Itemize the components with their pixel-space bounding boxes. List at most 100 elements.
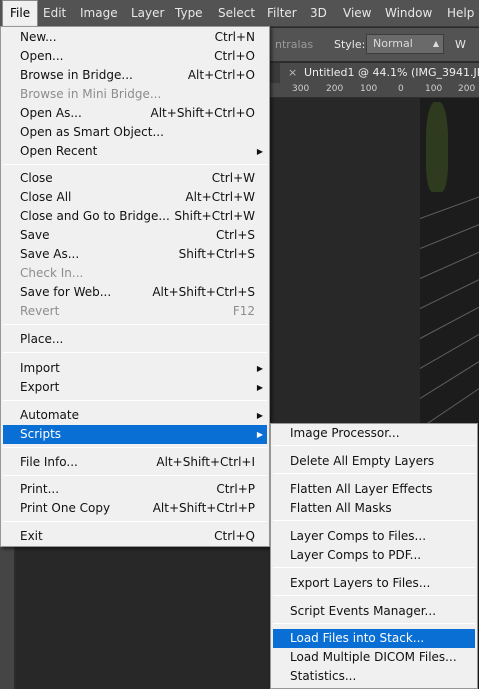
menu-item-shortcut: Ctrl+Q	[214, 529, 255, 543]
menu-separator	[3, 400, 267, 401]
menu-item-shortcut: Alt+Shift+Ctrl+S	[152, 285, 255, 299]
menu-item-place[interactable]: Place...	[3, 330, 267, 349]
menu-item-save-as[interactable]: Save As... Shift+Ctrl+S	[3, 245, 267, 264]
menu-view[interactable]: View	[336, 0, 378, 27]
menu-item-label: Statistics...	[290, 669, 357, 683]
menu-select[interactable]: Select	[211, 0, 262, 27]
menu-item-shortcut: F12	[232, 304, 255, 318]
menu-item-shortcut: Alt+Shift+Ctrl+P	[152, 501, 255, 515]
menu-item-import[interactable]: Import ▶	[3, 359, 267, 378]
menu-type[interactable]: Type	[168, 0, 210, 27]
menu-item-label: Close	[20, 171, 53, 185]
menu-item-print-one-copy[interactable]: Print One Copy Alt+Shift+Ctrl+P	[3, 499, 267, 518]
scripts-item-script-events-manager[interactable]: Script Events Manager...	[273, 602, 475, 621]
menu-item-shortcut: Shift+Ctrl+W	[174, 209, 255, 223]
menu-item-new[interactable]: New... Ctrl+N	[3, 28, 267, 47]
menu-item-shortcut: Ctrl+O	[214, 49, 255, 63]
menu-item-label: Print One Copy	[20, 501, 111, 515]
scripts-item-image-processor[interactable]: Image Processor...	[273, 424, 475, 443]
menu-bar: File Edit Image Layer Type Select Filter…	[0, 0, 479, 27]
submenu-arrow-icon: ▶	[256, 430, 263, 439]
menu-item-label: Place...	[20, 332, 64, 346]
menu-item-scripts[interactable]: Scripts ▶	[3, 425, 267, 444]
menu-image[interactable]: Image	[73, 0, 125, 27]
menu-file[interactable]: File	[2, 0, 39, 27]
star-trail	[420, 245, 479, 279]
menu-filter[interactable]: Filter	[260, 0, 304, 27]
scripts-item-flatten-all-masks[interactable]: Flatten All Masks	[273, 499, 475, 518]
menu-item-file-info[interactable]: File Info... Alt+Shift+Ctrl+I	[3, 453, 267, 472]
menu-item-label: Load Multiple DICOM Files...	[290, 650, 457, 664]
menu-item-label: Layer Comps to Files...	[290, 529, 427, 543]
file-menu: New... Ctrl+N Open... Ctrl+O Browse in Bri…	[0, 26, 270, 547]
menu-separator	[273, 567, 475, 568]
star-trail	[420, 218, 479, 249]
scripts-item-export-layers-to-files[interactable]: Export Layers to Files...	[273, 574, 475, 593]
menu-item-shortcut: Ctrl+W	[211, 171, 255, 185]
scripts-item-load-multiple-dicom-files[interactable]: Load Multiple DICOM Files...	[273, 648, 475, 667]
menu-separator	[3, 164, 267, 165]
document-image[interactable]	[420, 98, 479, 438]
ruler-tick: 200	[326, 84, 344, 94]
menu-item-export[interactable]: Export ▶	[3, 378, 267, 397]
submenu-arrow-icon: ▶	[256, 147, 263, 156]
style-select[interactable]: Normal ▲	[366, 34, 444, 54]
menu-separator	[273, 520, 475, 521]
menu-item-print[interactable]: Print... Ctrl+P	[3, 480, 267, 499]
menu-3d[interactable]: 3D	[303, 0, 334, 27]
menu-item-open-recent[interactable]: Open Recent ▶	[3, 142, 267, 161]
options-dim-label: ntralas	[275, 38, 314, 51]
menu-item-label: Save	[20, 228, 50, 242]
menu-window[interactable]: Window	[378, 0, 439, 27]
menu-layer[interactable]: Layer	[124, 0, 171, 27]
menu-help[interactable]: Help	[440, 0, 479, 27]
menu-item-shortcut: Ctrl+P	[216, 482, 255, 496]
menu-item-label: Save for Web...	[20, 285, 112, 299]
menu-item-label: Browse in Mini Bridge...	[20, 87, 162, 101]
menu-item-label: Open Recent	[20, 144, 98, 158]
scripts-item-load-files-into-stack[interactable]: Load Files into Stack...	[273, 629, 475, 648]
menu-item-close-and-go-to-bridge[interactable]: Close and Go to Bridge... Shift+Ctrl+W	[3, 207, 267, 226]
menu-item-browse-in-mini-bridge: Browse in Mini Bridge...	[3, 85, 267, 104]
style-select-value: Normal	[373, 37, 413, 50]
scripts-submenu: Image Processor... Delete All Empty Laye…	[270, 423, 478, 689]
menu-item-open-as[interactable]: Open As... Alt+Shift+Ctrl+O	[3, 104, 267, 123]
submenu-arrow-icon: ▶	[256, 364, 263, 373]
menu-separator	[3, 521, 267, 522]
menu-item-label: Save As...	[20, 247, 80, 261]
menu-edit[interactable]: Edit	[36, 0, 73, 27]
scripts-item-statistics[interactable]: Statistics...	[273, 667, 475, 686]
scripts-item-layer-comps-to-pdf[interactable]: Layer Comps to PDF...	[273, 546, 475, 565]
close-tab-icon[interactable]: ×	[288, 63, 297, 83]
menu-item-label: Flatten All Masks	[290, 501, 392, 515]
menu-separator	[3, 447, 267, 448]
menu-item-label: Close and Go to Bridge...	[20, 209, 170, 223]
menu-item-save[interactable]: Save Ctrl+S	[3, 226, 267, 245]
star-trail	[420, 272, 479, 309]
menu-item-open-as-smart-object[interactable]: Open as Smart Object...	[3, 123, 267, 142]
menu-item-automate[interactable]: Automate ▶	[3, 406, 267, 425]
scripts-item-delete-all-empty-layers[interactable]: Delete All Empty Layers	[273, 452, 475, 471]
ruler-tick: 0	[398, 84, 404, 94]
menu-item-shortcut: Shift+Ctrl+S	[178, 247, 255, 261]
menu-item-open[interactable]: Open... Ctrl+O	[3, 47, 267, 66]
menu-separator	[273, 623, 475, 624]
menu-item-label: Browse in Bridge...	[20, 68, 133, 82]
menu-item-shortcut: Ctrl+N	[214, 30, 255, 44]
menu-item-exit[interactable]: Exit Ctrl+Q	[3, 527, 267, 546]
menu-item-close-all[interactable]: Close All Alt+Ctrl+W	[3, 188, 267, 207]
width-label: W	[455, 38, 466, 51]
star-trail	[420, 300, 479, 339]
menu-item-browse-in-bridge[interactable]: Browse in Bridge... Alt+Ctrl+O	[3, 66, 267, 85]
menu-item-label: Load Files into Stack...	[290, 631, 425, 645]
menu-item-label: Export Layers to Files...	[290, 576, 431, 590]
menu-item-save-for-web[interactable]: Save for Web... Alt+Shift+Ctrl+S	[3, 283, 267, 302]
scripts-item-flatten-all-layer-effects[interactable]: Flatten All Layer Effects	[273, 480, 475, 499]
submenu-arrow-icon: ▶	[256, 383, 263, 392]
document-tab[interactable]: × Untitled1 @ 44.1% (IMG_3941.JPG	[280, 63, 479, 83]
updown-arrows-icon: ▲	[432, 39, 439, 48]
star-trail	[420, 190, 479, 219]
menu-item-label: Check In...	[20, 266, 84, 280]
menu-item-close[interactable]: Close Ctrl+W	[3, 169, 267, 188]
scripts-item-layer-comps-to-files[interactable]: Layer Comps to Files...	[273, 527, 475, 546]
